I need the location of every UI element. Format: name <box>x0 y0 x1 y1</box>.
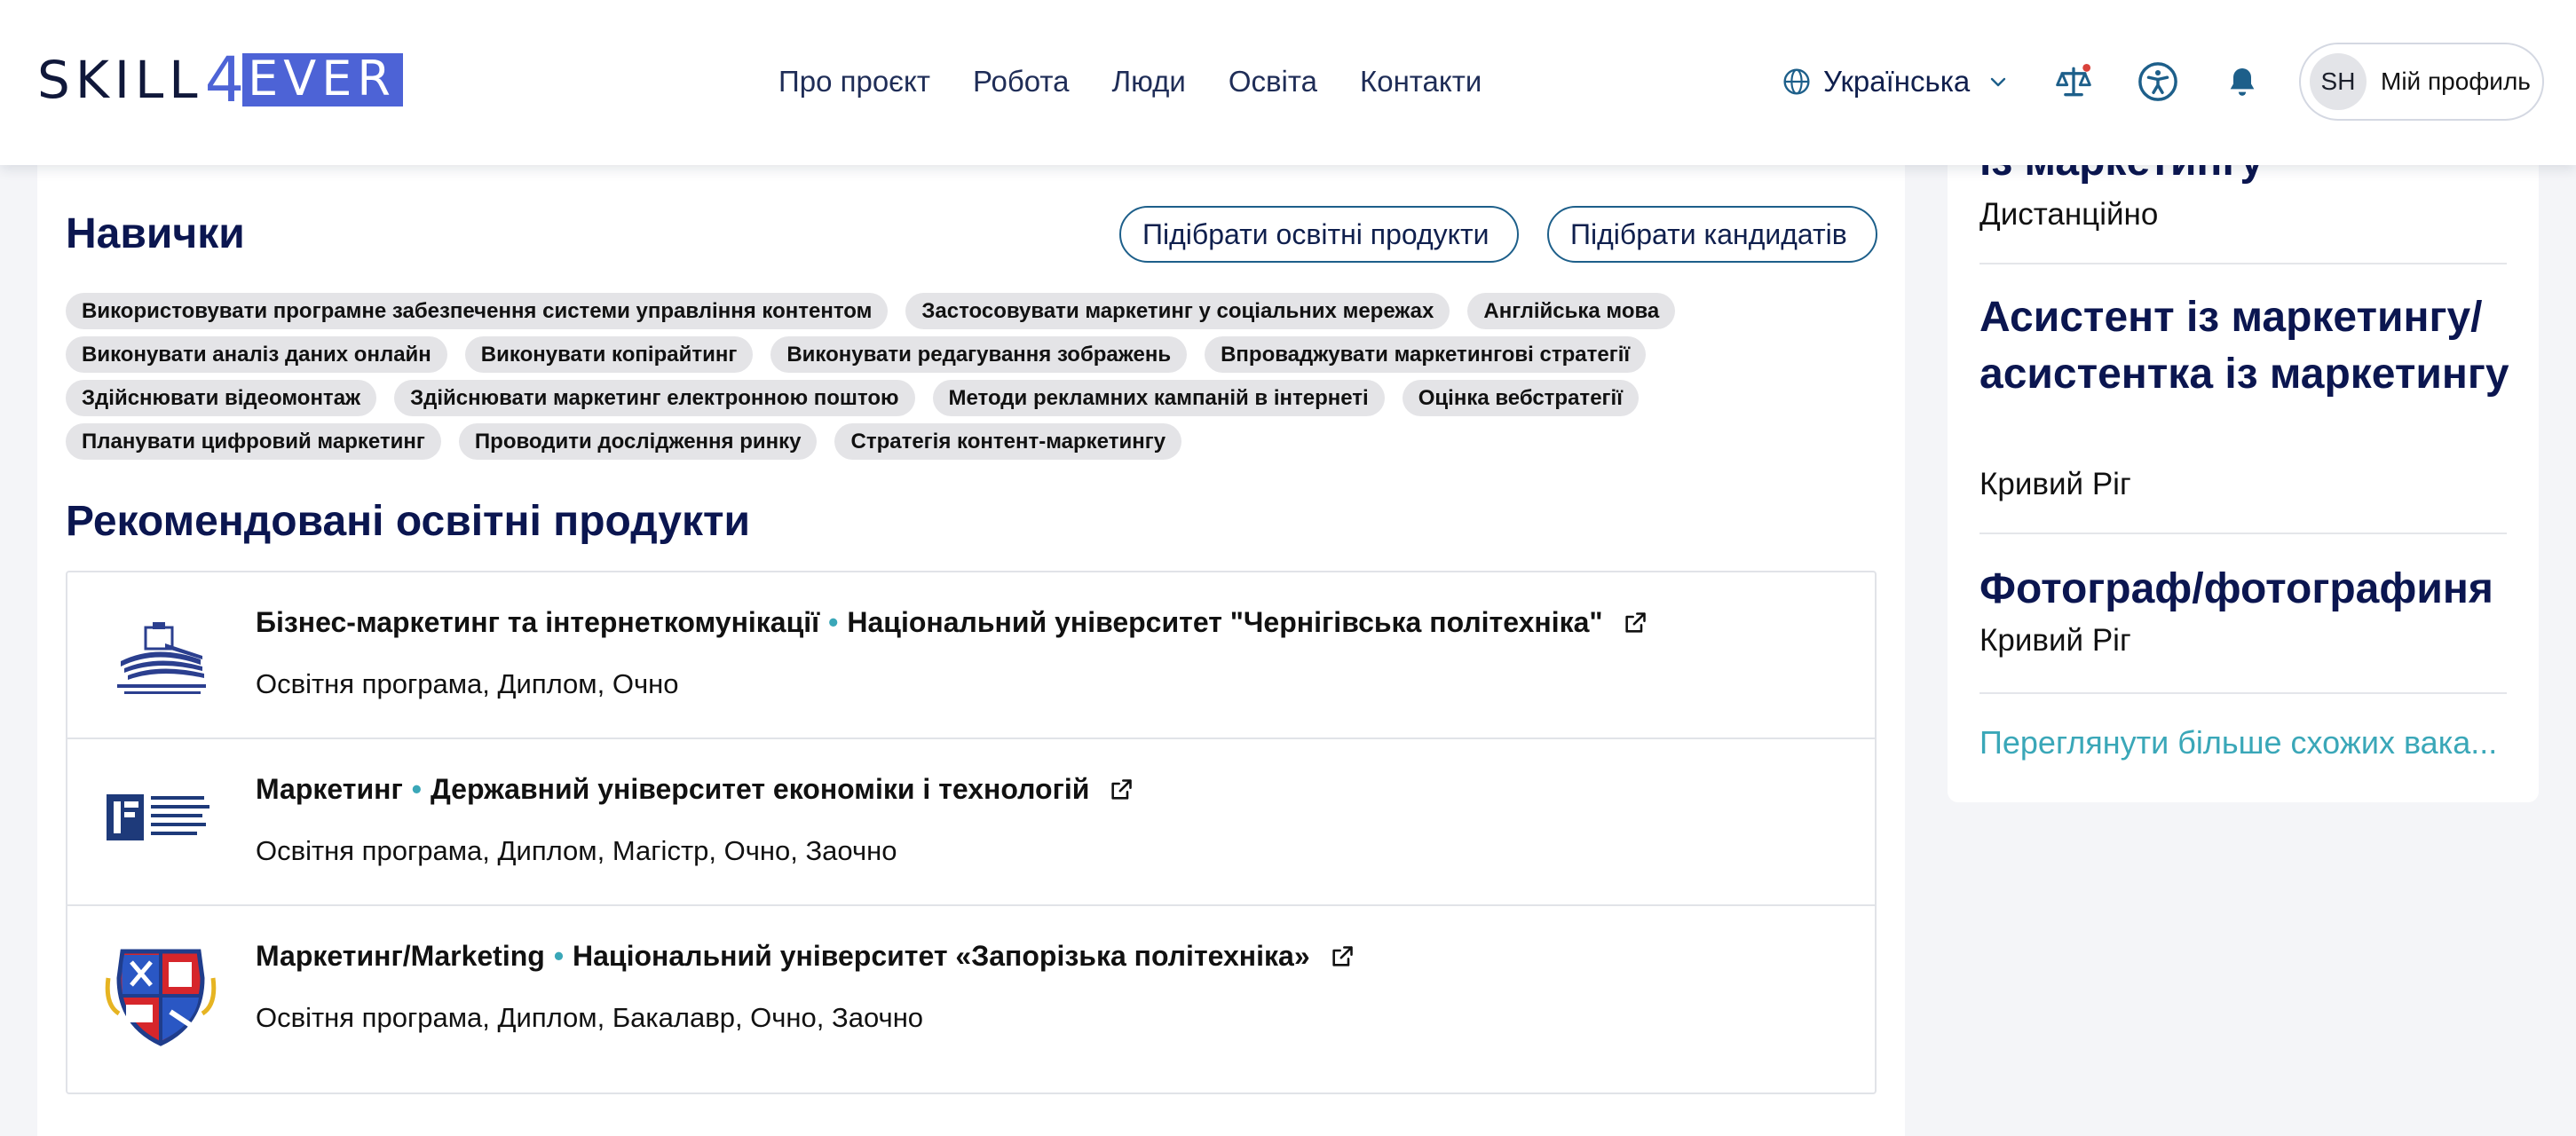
nav-people[interactable]: Люди <box>1111 65 1185 99</box>
nav-education[interactable]: Освіта <box>1229 65 1317 99</box>
skill-chip: Використовувати програмне забезпечення с… <box>66 293 889 329</box>
chevron-down-icon <box>1991 77 2006 87</box>
skill-chip: Стратегія контент-маркетингу <box>834 423 1182 460</box>
logo-text-right: EVER <box>242 53 403 106</box>
language-label: Українська <box>1823 65 1971 98</box>
skill-chip: Оцінка вебстратегії <box>1402 380 1639 416</box>
state-university-economics-logo <box>107 794 209 840</box>
notifications-button[interactable] <box>2219 59 2265 105</box>
separator-dot: • <box>828 606 839 638</box>
job-location: Кривий Ріг <box>1979 467 2131 501</box>
product-row[interactable]: Бізнес-маркетинг та інтернеткомунікації … <box>67 572 1875 739</box>
external-link-icon[interactable] <box>1330 944 1355 969</box>
divider <box>1979 532 2507 534</box>
site-logo[interactable]: SKILL 4 EVER <box>37 43 403 116</box>
skill-chip: Англійська мова <box>1467 293 1676 329</box>
skill-chip: Методи рекламних кампаній в інтернеті <box>932 380 1385 416</box>
language-selector[interactable]: Українська <box>1782 57 2009 106</box>
compare-scales-button[interactable] <box>2051 59 2097 105</box>
main-nav: Про проєкт Робота Люди Освіта Контакти <box>778 57 1482 106</box>
profile-button[interactable]: SH Мій профиль <box>2299 43 2544 121</box>
accessibility-button[interactable] <box>2135 59 2181 105</box>
zaporizhzhia-polytechnic-coat-of-arms <box>105 949 217 1046</box>
accessibility-icon <box>2138 62 2177 101</box>
separator-dot: • <box>553 940 565 972</box>
product-row[interactable]: Маркетинг/Marketing • Національний уніве… <box>67 906 1875 1093</box>
logo-text-left: SKILL <box>37 50 203 110</box>
products-list: Бізнес-маркетинг та інтернеткомунікації … <box>66 571 1877 1094</box>
skill-chip: Виконувати редагування зображень <box>770 336 1188 373</box>
skills-title: Навички <box>66 210 245 257</box>
skill-chip: Проводити дослідження ринку <box>458 423 818 460</box>
product-title[interactable]: Бізнес-маркетинг та інтернеткомунікації … <box>256 606 1648 639</box>
product-meta: Освітня програма, Диплом, Магістр, Очно,… <box>256 835 897 866</box>
match-products-button[interactable]: Підібрати освітні продукти <box>1119 206 1519 263</box>
skill-chip: Виконувати аналіз даних онлайн <box>66 336 447 373</box>
scales-icon <box>2056 64 2091 97</box>
product-row[interactable]: Маркетинг • Державний університет економ… <box>67 739 1875 906</box>
product-title[interactable]: Маркетинг • Державний університет економ… <box>256 773 1134 806</box>
product-university: Національний університет "Чернігівська п… <box>847 606 1603 638</box>
external-link-icon[interactable] <box>1623 611 1648 635</box>
nav-about[interactable]: Про проєкт <box>778 65 930 99</box>
separator-dot: • <box>411 773 422 805</box>
site-header: SKILL 4 EVER Про проєкт Робота Люди Осві… <box>0 0 2576 165</box>
product-title[interactable]: Маркетинг/Marketing • Національний уніве… <box>256 940 1355 973</box>
job-title[interactable]: Асистент із маркетингу/ асистентка із ма… <box>1979 289 2512 403</box>
job-title[interactable]: Фотограф/фотографиня <box>1979 561 2493 618</box>
divider <box>1979 263 2507 264</box>
chernihiv-polytechnic-logo <box>117 622 206 694</box>
product-name: Маркетинг <box>256 773 403 805</box>
product-university: Державний університет економіки і технол… <box>430 773 1090 805</box>
job-location: Кривий Ріг <box>1979 623 2131 658</box>
logo-text-digit: 4 <box>204 43 245 116</box>
recommended-title: Рекомендовані освітні продукти <box>66 498 750 545</box>
skill-chip: Виконувати копірайтинг <box>464 336 754 373</box>
product-name: Бізнес-маркетинг та інтернеткомунікації <box>256 606 820 638</box>
avatar: SH <box>2310 53 2367 110</box>
divider <box>1979 692 2507 694</box>
skills-list: Використовувати програмне забезпечення с… <box>66 293 1841 460</box>
more-similar-jobs-link[interactable]: Переглянути більше схожих вака... <box>1979 724 2507 761</box>
skill-chip: Здійснювати маркетинг електронною поштою <box>394 380 915 416</box>
skill-chip: Планувати цифровий маркетинг <box>66 423 441 460</box>
external-link-icon[interactable] <box>1109 777 1134 802</box>
skill-chip: Впроваджувати маркетингові стратегії <box>1205 336 1647 373</box>
nav-jobs[interactable]: Робота <box>973 65 1070 99</box>
nav-contacts[interactable]: Контакти <box>1360 65 1482 99</box>
profile-label: Мій профиль <box>2381 67 2531 95</box>
job-location: Дистанційно <box>1979 197 2159 232</box>
product-meta: Освітня програма, Диплом, Очно <box>256 668 679 699</box>
skill-chip: Застосовувати маркетинг у соціальних мер… <box>905 293 1450 329</box>
product-meta: Освітня програма, Диплом, Бакалавр, Очно… <box>256 1002 924 1033</box>
skill-chip: Здійснювати відеомонтаж <box>66 380 377 416</box>
product-university: Національний університет «Запорізька пол… <box>573 940 1310 972</box>
product-name: Маркетинг/Marketing <box>256 940 545 972</box>
globe-icon <box>1783 68 1810 95</box>
match-candidates-button[interactable]: Підібрати кандидатів <box>1547 206 1877 263</box>
bell-icon <box>2230 68 2255 96</box>
